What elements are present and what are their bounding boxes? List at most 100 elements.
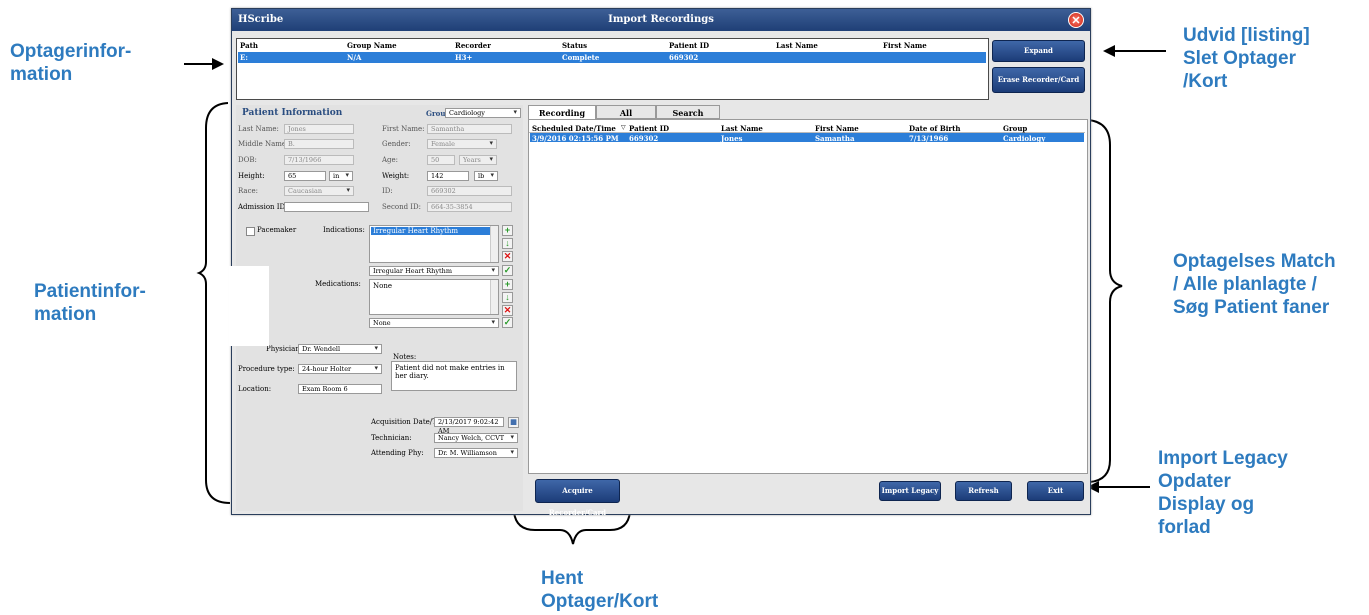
delete-medication-icon[interactable]: ✕	[502, 305, 513, 316]
middle-name-field[interactable]: B.	[284, 139, 354, 149]
cell-status: Complete	[562, 53, 600, 62]
second-id-label: Second ID:	[382, 203, 422, 211]
cell-path: E:	[240, 53, 248, 62]
patient-info-panel: Patient Information Group Cardiology Las…	[236, 105, 523, 511]
calendar-icon[interactable]: ▦	[508, 417, 519, 428]
technician-label: Technician:	[371, 434, 412, 442]
attending-phy-select[interactable]: Dr. M. Williamson	[434, 448, 518, 458]
race-label: Race:	[238, 187, 259, 195]
col-last-name: Last Name	[776, 41, 818, 50]
acquisition-date-field[interactable]: 2/13/2017 9:02:42 AM	[434, 417, 504, 435]
id-label: ID:	[382, 187, 393, 195]
second-id-field[interactable]: 664-35-3854	[427, 202, 512, 212]
technician-select[interactable]: Nancy Welch, CCVT	[434, 433, 518, 443]
recording-match-table[interactable]: Scheduled Date/Time ▽ Patient ID Last Na…	[528, 119, 1088, 474]
delete-indication-icon[interactable]: ✕	[502, 251, 513, 262]
last-name-field[interactable]: Jones	[284, 124, 354, 134]
down-arrow-icon[interactable]: ↓	[502, 238, 513, 249]
medications-select[interactable]: None	[369, 318, 499, 328]
indications-list[interactable]: Irregular Heart Rhythm	[369, 225, 499, 263]
medications-label: Medications:	[315, 280, 361, 288]
height-field[interactable]: 65	[284, 171, 326, 181]
attending-phy-label: Attending Phy:	[371, 449, 424, 457]
tab-search-patient[interactable]: Search Patient	[656, 105, 720, 132]
recorder-table[interactable]: Path Group Name Recorder Status Patient …	[236, 38, 989, 100]
match-cell-dob: 7/13/1966	[909, 134, 949, 143]
medication-item[interactable]: None	[373, 282, 392, 290]
match-cell-date: 3/9/2016 02:15:56 PM	[532, 134, 619, 143]
last-name-label: Last Name:	[238, 125, 279, 133]
dob-label: DOB:	[238, 156, 257, 164]
match-cell-last: Jones	[721, 134, 743, 143]
notes-field[interactable]: Patient did not make entries in her diar…	[391, 361, 517, 391]
refresh-button[interactable]: Refresh	[955, 481, 1012, 501]
weight-field[interactable]: 142	[427, 171, 469, 181]
sort-icon[interactable]: ▽	[621, 124, 626, 131]
height-unit-select[interactable]: in	[329, 171, 353, 181]
window-title: Import Recordings	[608, 14, 714, 25]
col-group-name: Group Name	[347, 41, 397, 50]
pacemaker-label: Pacemaker	[257, 226, 297, 234]
col-match-first-name: First Name	[815, 124, 859, 133]
exit-button[interactable]: Exit	[1027, 481, 1084, 501]
col-match-group: Group	[1003, 124, 1028, 133]
admission-id-label: Admission ID:	[238, 203, 288, 211]
col-first-name: First Name	[883, 41, 927, 50]
indications-scrollbar[interactable]	[490, 226, 498, 262]
gender-label: Gender:	[382, 140, 411, 148]
col-path: Path	[240, 41, 258, 50]
admission-id-field[interactable]	[284, 202, 369, 212]
acquire-recorder-button[interactable]: Acquire Recorder/Card	[535, 479, 620, 517]
age-label: Age:	[382, 156, 399, 164]
col-status: Status	[562, 41, 588, 50]
procedure-type-select[interactable]: 24-hour Holter	[298, 364, 382, 374]
location-label: Location:	[238, 385, 272, 393]
indications-select[interactable]: Irregular Heart Rhythm	[369, 266, 499, 276]
title-bar: HScribe Import Recordings ✕	[232, 9, 1090, 31]
middle-name-label: Middle Name:	[238, 140, 289, 148]
tab-recording-match[interactable]: Recording Match	[528, 105, 596, 132]
col-match-patient-id: Patient ID	[629, 124, 670, 133]
weight-unit-select[interactable]: lb	[474, 171, 498, 181]
medications-scrollbar[interactable]	[490, 280, 498, 314]
indication-item[interactable]: Irregular Heart Rhythm	[371, 227, 490, 235]
group-select[interactable]: Cardiology	[445, 108, 521, 118]
check-medication-icon[interactable]: ✓	[502, 317, 513, 328]
physician-label: Physician:	[266, 345, 303, 353]
import-recordings-window: HScribe Import Recordings ✕ Path Group N…	[231, 8, 1091, 517]
indications-label: Indications:	[323, 226, 365, 234]
add-medication-icon[interactable]: +	[502, 279, 513, 290]
physician-select[interactable]: Dr. Wendell	[298, 344, 382, 354]
match-cell-first: Samantha	[815, 134, 855, 143]
dob-field[interactable]: 7/13/1966	[284, 155, 354, 165]
procedure-type-label: Procedure type:	[238, 365, 295, 373]
cell-patient-id: 669302	[669, 53, 699, 62]
col-match-last-name: Last Name	[721, 124, 763, 133]
first-name-field[interactable]: Samantha	[427, 124, 512, 134]
notes-label: Notes:	[393, 353, 417, 361]
close-icon[interactable]: ✕	[1068, 12, 1084, 28]
age-field[interactable]: 50	[427, 155, 455, 165]
location-field[interactable]: Exam Room 6	[298, 384, 382, 394]
down-arrow-med-icon[interactable]: ↓	[502, 292, 513, 303]
match-cell-id: 669302	[629, 134, 659, 143]
medications-list[interactable]: None	[369, 279, 499, 315]
import-legacy-button[interactable]: Import Legacy	[879, 481, 941, 501]
label-cover	[229, 266, 269, 346]
check-indication-icon[interactable]: ✓	[502, 265, 513, 276]
match-cell-group: Cardiology	[1003, 134, 1046, 143]
patient-id-field[interactable]: 669302	[427, 186, 512, 196]
col-scheduled-date: Scheduled Date/Time	[532, 124, 616, 133]
col-recorder: Recorder	[455, 41, 491, 50]
pacemaker-checkbox[interactable]	[246, 227, 255, 236]
cell-recorder: H3+	[455, 53, 473, 62]
gender-select[interactable]: Female	[427, 139, 497, 149]
race-select[interactable]: Caucasian	[284, 186, 354, 196]
col-match-dob: Date of Birth	[909, 124, 961, 133]
expand-button[interactable]: Expand	[992, 40, 1085, 62]
age-unit-select[interactable]: Years	[459, 155, 497, 165]
tab-all-scheduled[interactable]: All Scheduled	[596, 105, 656, 132]
erase-recorder-button[interactable]: Erase Recorder/Card	[992, 67, 1085, 93]
add-indication-icon[interactable]: +	[502, 225, 513, 236]
first-name-label: First Name:	[382, 125, 425, 133]
